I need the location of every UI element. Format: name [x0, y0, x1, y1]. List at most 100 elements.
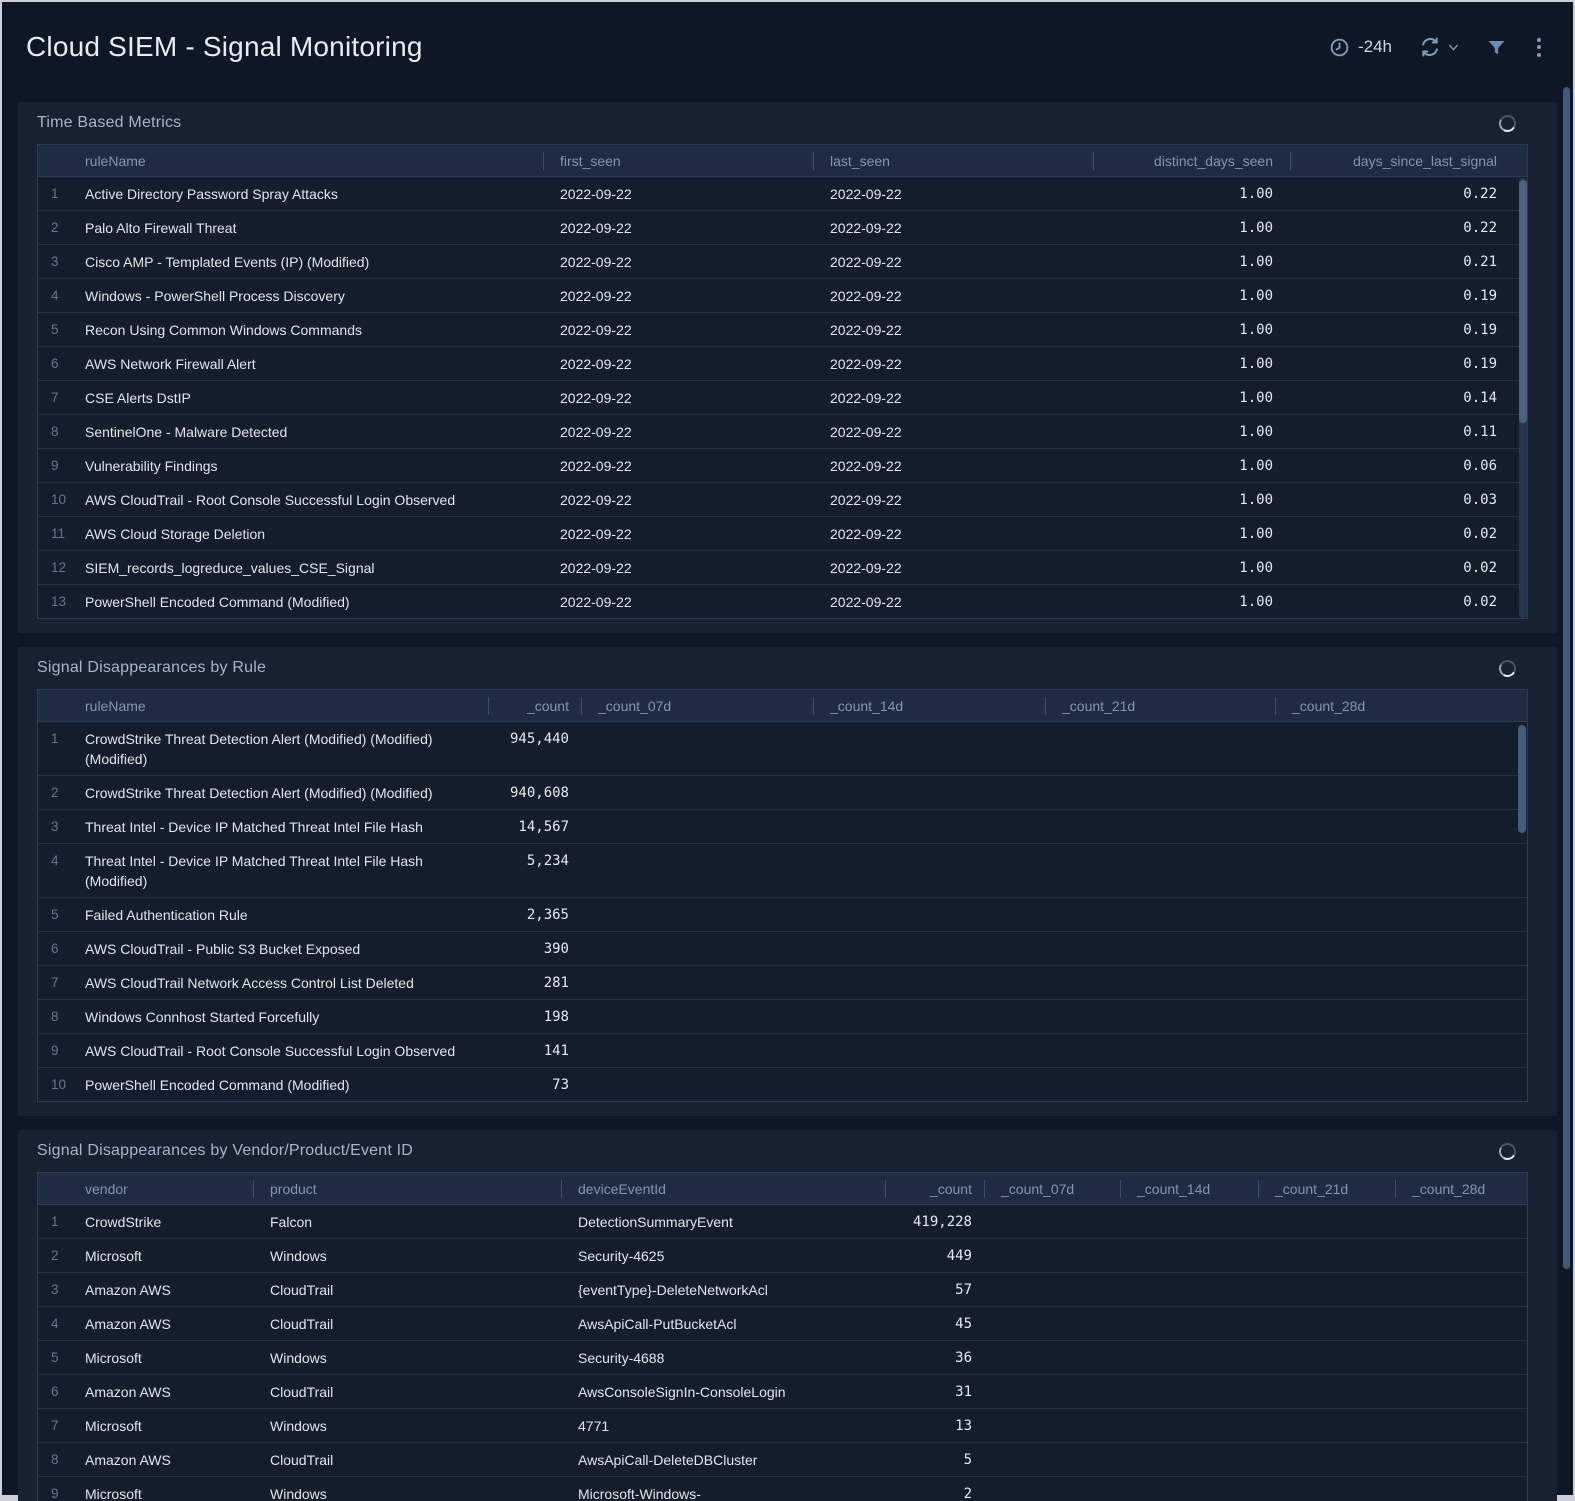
column-header-_count_07d[interactable]: _count_07d: [984, 1173, 1120, 1205]
cell-_count_07d: [984, 1273, 1120, 1307]
column-header-_count[interactable]: _count: [885, 1173, 984, 1205]
cell-_count: 281: [488, 966, 581, 1000]
row-index: 9: [38, 1034, 85, 1068]
column-header-_count_28d[interactable]: _count_28d: [1275, 690, 1527, 722]
column-header-_count_07d[interactable]: _count_07d: [581, 690, 813, 722]
column-header-_count_14d[interactable]: _count_14d: [1120, 1173, 1258, 1205]
table-row[interactable]: 7MicrosoftWindows477113: [38, 1409, 1527, 1443]
table-row[interactable]: 4Windows - PowerShell Process Discovery2…: [38, 279, 1527, 313]
table-row[interactable]: 10PowerShell Encoded Command (Modified)7…: [38, 1068, 1527, 1101]
cell-_count_07d: [581, 776, 813, 810]
row-index: 1: [38, 1205, 85, 1239]
table-row[interactable]: 4Threat Intel - Device IP Matched Threat…: [38, 844, 1527, 898]
cell-first_seen: 2022-09-22: [543, 347, 813, 381]
column-header-_count_21d[interactable]: _count_21d: [1045, 690, 1275, 722]
cell-first_seen: 2022-09-22: [543, 211, 813, 245]
column-header-idx[interactable]: [38, 690, 85, 722]
table-row[interactable]: 8Amazon AWSCloudTrailAwsApiCall-DeleteDB…: [38, 1443, 1527, 1477]
cell-_count: 31: [885, 1375, 984, 1409]
cell-_count_14d: [1120, 1443, 1258, 1477]
table-row[interactable]: 1CrowdStrikeFalconDetectionSummaryEvent4…: [38, 1205, 1527, 1239]
table-row[interactable]: 10AWS CloudTrail - Root Console Successf…: [38, 483, 1527, 517]
table-row[interactable]: 9Vulnerability Findings2022-09-222022-09…: [38, 449, 1527, 483]
cell-deviceEventId: {eventType}-DeleteNetworkAcl: [561, 1273, 885, 1307]
cell-_count: 5,234: [488, 844, 581, 898]
cell-days_since_last_signal: 0.22: [1290, 211, 1527, 245]
table-scrollbar-thumb[interactable]: [1519, 180, 1527, 423]
table-row[interactable]: 8SentinelOne - Malware Detected2022-09-2…: [38, 415, 1527, 449]
table-row[interactable]: 1Active Directory Password Spray Attacks…: [38, 177, 1527, 211]
cell-last_seen: 2022-09-22: [813, 279, 1093, 313]
column-header-last_seen[interactable]: last_seen: [813, 145, 1093, 177]
row-index: 6: [38, 1375, 85, 1409]
cell-ruleName: Palo Alto Firewall Threat: [85, 211, 543, 245]
cell-ruleName: Active Directory Password Spray Attacks: [85, 177, 543, 211]
table-row[interactable]: 6AWS Network Firewall Alert2022-09-22202…: [38, 347, 1527, 381]
time-range-control[interactable]: -24h: [1329, 37, 1392, 58]
column-header-_count_28d[interactable]: _count_28d: [1395, 1173, 1527, 1205]
cell-product: CloudTrail: [253, 1375, 561, 1409]
table-row[interactable]: 2Palo Alto Firewall Threat2022-09-222022…: [38, 211, 1527, 245]
table-row[interactable]: 9MicrosoftWindowsMicrosoft-Windows-2: [38, 1477, 1527, 1501]
table-scrollbar-thumb[interactable]: [1518, 725, 1526, 833]
refresh-control[interactable]: [1418, 35, 1460, 59]
table-scrollbar[interactable]: [1519, 178, 1527, 618]
column-header-distinct_days_seen[interactable]: distinct_days_seen: [1093, 145, 1290, 177]
cell-_count_14d: [813, 932, 1045, 966]
cell-product: Windows: [253, 1341, 561, 1375]
row-index: 6: [38, 347, 85, 381]
cell-_count_07d: [984, 1307, 1120, 1341]
column-header-product[interactable]: product: [253, 1173, 561, 1205]
table-row[interactable]: 4Amazon AWSCloudTrailAwsApiCall-PutBucke…: [38, 1307, 1527, 1341]
column-header-ruleName[interactable]: ruleName: [85, 690, 488, 722]
table-row[interactable]: 7CSE Alerts DstIP2022-09-222022-09-221.0…: [38, 381, 1527, 415]
cell-_count: 449: [885, 1239, 984, 1273]
column-header-first_seen[interactable]: first_seen: [543, 145, 813, 177]
column-header-deviceEventId[interactable]: deviceEventId: [561, 1173, 885, 1205]
cell-first_seen: 2022-09-22: [543, 313, 813, 347]
more-menu-icon[interactable]: [1533, 34, 1545, 61]
row-index: 5: [38, 898, 85, 932]
column-header-idx[interactable]: [38, 1173, 85, 1205]
table-row[interactable]: 2MicrosoftWindowsSecurity-4625449: [38, 1239, 1527, 1273]
table-row[interactable]: 3Amazon AWSCloudTrail{eventType}-DeleteN…: [38, 1273, 1527, 1307]
cell-_count_28d: [1275, 844, 1527, 898]
table-row[interactable]: 6AWS CloudTrail - Public S3 Bucket Expos…: [38, 932, 1527, 966]
cell-ruleName: Vulnerability Findings: [85, 449, 543, 483]
cell-days_since_last_signal: 0.19: [1290, 279, 1527, 313]
table-row[interactable]: 8Windows Connhost Started Forcefully198: [38, 1000, 1527, 1034]
cell-vendor: Amazon AWS: [85, 1307, 253, 1341]
cell-_count_21d: [1258, 1477, 1395, 1501]
table-row[interactable]: 9AWS CloudTrail - Root Console Successfu…: [38, 1034, 1527, 1068]
table-row[interactable]: 7AWS CloudTrail Network Access Control L…: [38, 966, 1527, 1000]
column-header-_count_21d[interactable]: _count_21d: [1258, 1173, 1395, 1205]
table-row[interactable]: 6Amazon AWSCloudTrailAwsConsoleSignIn-Co…: [38, 1375, 1527, 1409]
table-row[interactable]: 2CrowdStrike Threat Detection Alert (Mod…: [38, 776, 1527, 810]
row-index: 3: [38, 1273, 85, 1307]
cell-_count_28d: [1395, 1307, 1527, 1341]
row-index: 2: [38, 776, 85, 810]
table-row[interactable]: 1CrowdStrike Threat Detection Alert (Mod…: [38, 722, 1527, 776]
table-row[interactable]: 5Failed Authentication Rule2,365: [38, 898, 1527, 932]
cell-vendor: Microsoft: [85, 1341, 253, 1375]
column-header-days_since_last_signal[interactable]: days_since_last_signal: [1290, 145, 1527, 177]
table-row[interactable]: 3Threat Intel - Device IP Matched Threat…: [38, 810, 1527, 844]
cell-_count: 14,567: [488, 810, 581, 844]
column-header-_count_14d[interactable]: _count_14d: [813, 690, 1045, 722]
page-scrollbar[interactable]: [1563, 87, 1570, 1269]
column-header-_count[interactable]: _count: [488, 690, 581, 722]
cell-_count_21d: [1258, 1341, 1395, 1375]
cell-_count: 45: [885, 1307, 984, 1341]
table-row[interactable]: 13PowerShell Encoded Command (Modified)2…: [38, 585, 1527, 618]
cell-_count_28d: [1275, 1000, 1527, 1034]
filter-icon[interactable]: [1486, 37, 1507, 58]
column-header-vendor[interactable]: vendor: [85, 1173, 253, 1205]
cell-_count_07d: [581, 844, 813, 898]
table-row[interactable]: 11AWS Cloud Storage Deletion2022-09-2220…: [38, 517, 1527, 551]
table-row[interactable]: 12SIEM_records_logreduce_values_CSE_Sign…: [38, 551, 1527, 585]
column-header-ruleName[interactable]: ruleName: [85, 145, 543, 177]
table-row[interactable]: 3Cisco AMP - Templated Events (IP) (Modi…: [38, 245, 1527, 279]
table-row[interactable]: 5MicrosoftWindowsSecurity-468836: [38, 1341, 1527, 1375]
column-header-idx[interactable]: [38, 145, 85, 177]
table-row[interactable]: 5Recon Using Common Windows Commands2022…: [38, 313, 1527, 347]
